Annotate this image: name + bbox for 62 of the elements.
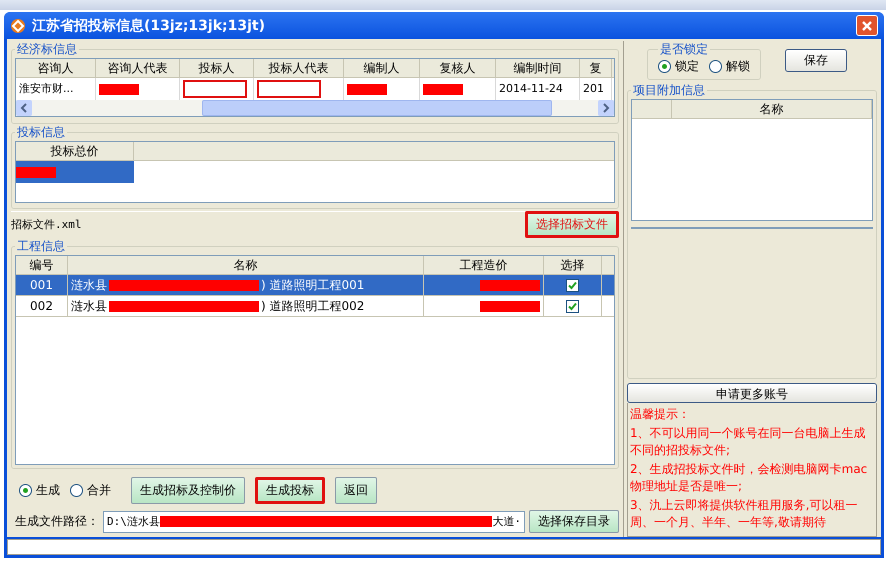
choose-file-button[interactable]: 选择招标文件 xyxy=(525,210,619,238)
column-header[interactable]: 编制人 xyxy=(344,59,420,78)
checkbox[interactable] xyxy=(566,278,579,292)
radio-option[interactable]: 合并 xyxy=(70,482,111,500)
action-button[interactable]: 返回 xyxy=(335,477,377,504)
highlight-frame xyxy=(183,80,247,98)
column-header[interactable]: 投标人代表 xyxy=(254,59,344,78)
radio-option[interactable]: 解锁 xyxy=(709,58,750,76)
group-title: 项目附加信息 xyxy=(632,82,706,100)
tip-text: 3、氿上云即将提供软件租用服务,可以租一周、一个月、半年、一年等,敬请期待 xyxy=(630,497,858,532)
column-header[interactable]: 复 xyxy=(580,59,612,78)
column-header[interactable]: 咨询人代表 xyxy=(96,59,180,78)
group-title: 经济标信息 xyxy=(16,41,78,58)
redaction-mark xyxy=(347,84,387,95)
window-title: 江苏省招投标信息(13jz;13jk;13jt) xyxy=(32,16,265,35)
action-button[interactable]: 生成投标 xyxy=(255,477,325,504)
redaction-mark xyxy=(480,300,540,312)
table-row[interactable] xyxy=(16,161,134,184)
table-cell-text: 涟水县 xyxy=(71,298,107,316)
scroll-thumb[interactable] xyxy=(202,100,552,116)
column-header[interactable]: 咨询人 xyxy=(16,59,96,78)
checkbox[interactable] xyxy=(566,300,579,313)
path-field[interactable]: D:\涟水县 大道· xyxy=(103,510,525,533)
horizontal-scrollbar[interactable] xyxy=(16,100,614,116)
table-row[interactable]: 002 涟水县 ) 道路照明工程002 xyxy=(16,296,614,318)
radio-option[interactable]: 锁定 xyxy=(658,58,699,76)
app-icon xyxy=(10,18,26,34)
scroll-left-icon[interactable] xyxy=(16,100,32,116)
table-cell-text: ) 道路照明工程002 xyxy=(261,298,364,316)
group-title: 投标信息 xyxy=(16,124,66,142)
group-title: 是否锁定 xyxy=(659,41,709,58)
column-header[interactable]: 投标人 xyxy=(180,59,254,78)
redaction-mark xyxy=(480,280,540,291)
save-button[interactable]: 保存 xyxy=(785,49,847,72)
column-header[interactable]: 工程造价 xyxy=(424,256,544,274)
close-icon xyxy=(861,20,873,32)
choose-folder-button[interactable]: 选择保存目录 xyxy=(529,510,619,534)
column-header[interactable]: 编制时间 xyxy=(496,59,580,78)
redaction-mark xyxy=(423,84,463,95)
more-accounts-button[interactable]: 申请更多账号 xyxy=(627,383,877,404)
table-cell-text: 涟水县 xyxy=(71,277,107,294)
close-button[interactable] xyxy=(856,15,878,36)
column-header[interactable]: 选择 xyxy=(544,256,602,274)
redaction-mark xyxy=(99,84,139,95)
file-name: 招标文件.xml xyxy=(11,216,82,232)
table-cell: 001 xyxy=(16,275,68,296)
path-label: 生成文件路径： xyxy=(15,513,99,530)
tips-heading: 温馨提示： xyxy=(630,406,691,424)
action-button[interactable]: 生成招标及控制价 xyxy=(131,477,245,504)
table-cell: 002 xyxy=(16,296,68,316)
radio-option[interactable]: 生成 xyxy=(19,482,60,500)
column-header[interactable]: 投标总价 xyxy=(16,142,134,160)
tip-text: 1、不可以用同一个账号在同一台电脑上生成不同的招投标文件; xyxy=(630,425,867,460)
column-header[interactable]: 名称 xyxy=(68,256,424,274)
highlight-frame xyxy=(257,80,321,98)
column-header[interactable]: 复核人 xyxy=(420,59,496,78)
scroll-right-icon[interactable] xyxy=(598,100,614,116)
tip-text: 2、生成招投标文件时，会检测电脑网卡mac物理地址是否是唯一; xyxy=(630,461,868,496)
column-header[interactable]: 编号 xyxy=(16,256,68,274)
table-cell-text: ) 道路照明工程001 xyxy=(261,277,364,294)
group-title: 工程信息 xyxy=(16,238,66,256)
table-row[interactable]: 001 涟水县 ) 道路照明工程001 xyxy=(16,275,614,296)
